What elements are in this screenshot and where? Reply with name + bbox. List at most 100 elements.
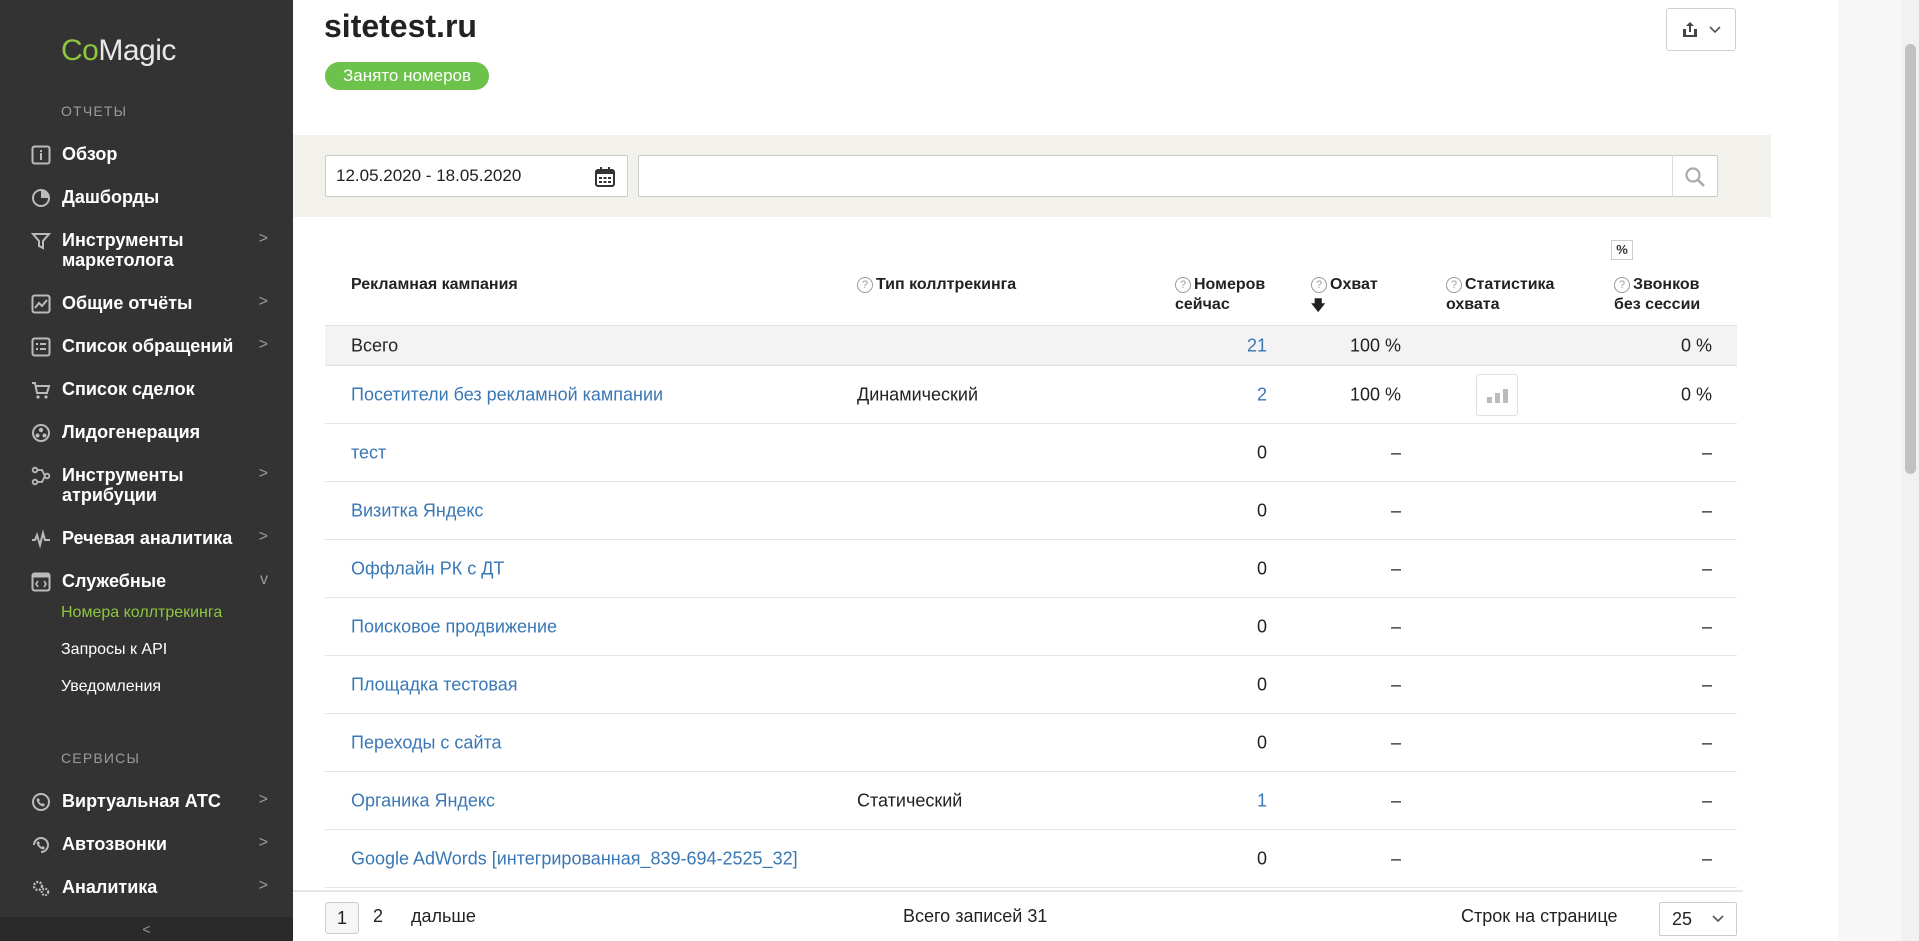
page-2-button[interactable]: 2 <box>373 906 383 927</box>
numbers-count[interactable]: 1 <box>1257 790 1267 811</box>
sidebar-item-service[interactable]: Служебные v <box>31 571 271 592</box>
help-icon[interactable]: ? <box>857 277 873 293</box>
total-records: Всего записей 31 <box>903 906 1048 926</box>
coverage-value: 100 % <box>1349 384 1401 404</box>
percent-toggle[interactable]: % <box>1611 240 1633 260</box>
help-icon[interactable]: ? <box>1614 277 1630 293</box>
chevron-right-icon: > <box>258 465 268 482</box>
sidebar-subitem-calltracking-numbers[interactable]: Номера коллтрекинга <box>61 604 222 622</box>
campaign-link[interactable]: Поисковое продвижение <box>351 616 557 637</box>
total-calls: 0 % <box>1680 335 1712 355</box>
chevron-down-icon <box>1712 915 1724 923</box>
sidebar-item-virtual-pbx[interactable]: Виртуальная АТС > <box>31 791 271 812</box>
section-label-services: СЕРВИСЫ <box>61 750 141 766</box>
column-header-type-label: Тип коллтрекинга <box>876 276 1017 293</box>
status-badge[interactable]: Занято номеров <box>325 62 490 90</box>
app: CoMagic ОТЧЕТЫ Обзор Дашборды Инструмент… <box>0 0 1919 941</box>
numbers-count: 0 <box>1256 442 1267 462</box>
coverage-value: – <box>1390 616 1401 636</box>
column-header-stats[interactable]: ? Статистика охвата <box>1446 275 1576 315</box>
campaign-link[interactable]: тест <box>351 442 386 463</box>
waveform-icon <box>32 529 50 549</box>
total-numbers[interactable]: 21 <box>1247 335 1267 356</box>
numbers-count[interactable]: 2 <box>1257 384 1267 405</box>
date-range-value: 12.05.2020 - 18.05.2020 <box>336 166 522 185</box>
calltracking-type: Статический <box>857 790 963 810</box>
search-divider <box>1672 156 1673 196</box>
sidebar-item-label: Список обращений <box>62 336 234 356</box>
column-header-type[interactable]: ? Тип коллтрекинга <box>857 275 1016 295</box>
sidebar-item-autocalls[interactable]: Автозвонки > <box>31 834 271 855</box>
sidebar-item-label: Виртуальная АТС <box>62 791 221 811</box>
next-page-button[interactable]: дальше <box>411 906 476 927</box>
campaign-link[interactable]: Площадка тестовая <box>351 674 517 695</box>
help-icon[interactable]: ? <box>1446 277 1462 293</box>
coverage-value: – <box>1390 732 1401 752</box>
date-range-input[interactable]: 12.05.2020 - 18.05.2020 <box>325 155 628 197</box>
numbers-count: 0 <box>1256 500 1267 520</box>
campaign-link[interactable]: Google AdWords [интегрированная_839-694-… <box>351 848 798 869</box>
column-header-coverage-label: Охват <box>1330 276 1378 293</box>
rows-per-page-label: Строк на странице <box>1461 906 1618 926</box>
sidebar-item-requests[interactable]: Список обращений > <box>31 336 271 357</box>
report-chart-icon <box>31 294 51 314</box>
sidebar-item-leadgen[interactable]: Лидогенерация <box>31 422 271 443</box>
search-icon[interactable] <box>1684 166 1706 188</box>
page-title: sitetest.ru <box>324 8 477 44</box>
calls-value: 0 % <box>1680 384 1712 404</box>
phone-icon <box>32 793 50 811</box>
rows-per-page-value: 25 <box>1672 909 1693 929</box>
sidebar-item-overview[interactable]: Обзор <box>31 144 271 165</box>
column-header-coverage[interactable]: ? Охват 🡇 <box>1311 275 1378 316</box>
coverage-value: – <box>1390 442 1401 462</box>
help-icon[interactable]: ? <box>1311 277 1327 293</box>
sidebar-item-label: Речевая аналитика <box>62 528 233 548</box>
numbers-count: 0 <box>1256 558 1267 578</box>
column-header-numbers[interactable]: ? Номеров сейчас <box>1175 275 1285 315</box>
coverage-value: – <box>1390 500 1401 520</box>
coverage-value: – <box>1390 848 1401 868</box>
table-row: Поисковое продвижение 0 – – <box>325 598 1737 656</box>
search-input[interactable] <box>638 155 1718 197</box>
sidebar-item-speech-analytics[interactable]: Речевая аналитика > <box>31 528 271 549</box>
total-coverage: 100 % <box>1349 335 1401 355</box>
total-label: Всего <box>351 335 399 355</box>
numbers-count: 0 <box>1256 616 1267 636</box>
column-header-calls[interactable]: ? Звонков без сессии <box>1614 275 1724 315</box>
sidebar-item-label: Инструменты атрибуции <box>62 465 184 505</box>
main-content: sitetest.ru Занято номеров 12.05.2020 - … <box>293 0 1919 941</box>
calendar-icon[interactable] <box>594 166 616 188</box>
calls-value: – <box>1701 500 1712 520</box>
campaign-link[interactable]: Посетители без рекламной кампании <box>351 384 663 405</box>
chevron-right-icon: > <box>258 528 268 545</box>
sidebar-item-analytics[interactable]: Аналитика > <box>31 877 271 898</box>
sidebar-item-deals[interactable]: Список сделок <box>31 379 271 400</box>
column-header-campaign[interactable]: Рекламная кампания <box>351 275 518 295</box>
export-button[interactable] <box>1666 8 1736 51</box>
coverage-stats-button[interactable] <box>1476 373 1518 416</box>
scrollbar-thumb[interactable] <box>1905 44 1916 474</box>
campaign-link[interactable]: Переходы с сайта <box>351 732 502 753</box>
campaign-link[interactable]: Оффлайн РК с ДТ <box>351 558 504 579</box>
sidebar-item-general-reports[interactable]: Общие отчёты > <box>31 293 271 314</box>
campaign-link[interactable]: Органика Яндекс <box>351 790 495 811</box>
cart-icon <box>32 382 51 399</box>
rows-per-page-select[interactable]: 25 <box>1659 902 1737 936</box>
info-icon <box>31 145 51 165</box>
sidebar-subitem-notifications[interactable]: Уведомления <box>61 678 161 696</box>
help-icon[interactable]: ? <box>1175 277 1191 293</box>
coverage-value: – <box>1390 674 1401 694</box>
sidebar-item-attribution[interactable]: Инструменты атрибуции > <box>31 465 271 505</box>
page-1-button[interactable]: 1 <box>325 902 359 934</box>
sidebar-item-dashboards[interactable]: Дашборды <box>31 187 271 208</box>
sidebar: CoMagic ОТЧЕТЫ Обзор Дашборды Инструмент… <box>0 0 293 941</box>
sidebar-item-label: Аналитика <box>62 877 158 897</box>
numbers-count: 0 <box>1256 674 1267 694</box>
table-row: Визитка Яндекс 0 – – <box>325 482 1737 540</box>
sidebar-item-label: Служебные <box>62 571 167 591</box>
sidebar-collapse-button[interactable]: < <box>0 917 293 941</box>
logo[interactable]: CoMagic <box>61 34 176 68</box>
sidebar-item-marketing-tools[interactable]: Инструменты маркетолога > <box>31 230 271 270</box>
campaign-link[interactable]: Визитка Яндекс <box>351 500 483 521</box>
sidebar-subitem-api-requests[interactable]: Запросы к API <box>61 641 167 659</box>
